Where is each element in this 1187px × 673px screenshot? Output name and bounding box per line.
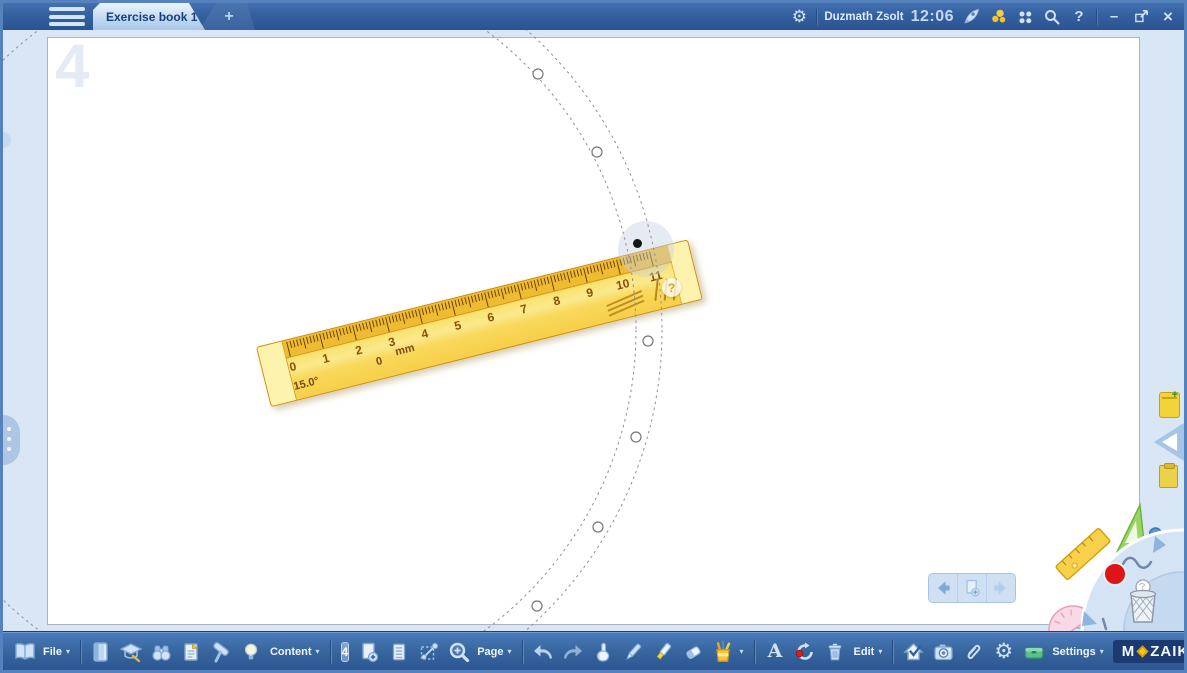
highlighter-icon[interactable] — [650, 638, 677, 666]
replay-icon[interactable] — [792, 638, 819, 666]
pencil-cup-icon[interactable] — [710, 638, 737, 666]
settings-menu[interactable]: Settings — [1052, 646, 1095, 658]
next-page-button[interactable] — [986, 574, 1015, 602]
idea-bulb-icon[interactable] — [238, 638, 265, 666]
rotate-handle-halo — [618, 221, 674, 277]
pen-tools-caret-icon[interactable]: ▾ — [740, 647, 744, 656]
separator — [754, 640, 755, 664]
settings-caret-icon[interactable]: ▾ — [1100, 647, 1104, 656]
favorites-icon[interactable] — [988, 7, 1008, 27]
page-menu[interactable]: Page — [477, 646, 503, 658]
new-tab-button[interactable]: + — [199, 3, 255, 30]
menu-icon[interactable] — [49, 7, 85, 26]
settings-gear-icon[interactable]: ⚙ — [990, 638, 1017, 666]
eraser-icon[interactable] — [680, 638, 707, 666]
open-book-icon[interactable] — [11, 638, 38, 666]
sync-settings-icon[interactable]: ⚙ — [789, 7, 809, 27]
minimize-button[interactable]: – — [1104, 7, 1124, 27]
mozabook-window: + Exercise book 1* × ⚙ Duzmath Zsolt 12:… — [0, 0, 1187, 673]
training-icon[interactable] — [118, 638, 145, 666]
close-button[interactable]: × — [1158, 7, 1178, 27]
left-mini-handle[interactable] — [3, 132, 11, 148]
edit-menu[interactable]: Edit — [854, 646, 875, 658]
left-panel-handle[interactable] — [3, 415, 20, 465]
notebook-icon[interactable] — [88, 638, 115, 666]
grid-icon[interactable] — [1015, 7, 1035, 27]
new-page-icon[interactable] — [355, 638, 382, 666]
tools-hammer-icon[interactable] — [208, 638, 235, 666]
corner-tool-wheel[interactable] — [1019, 480, 1184, 632]
content-caret-icon[interactable]: ▾ — [316, 647, 320, 656]
separator — [80, 640, 81, 664]
add-page-button[interactable] — [957, 574, 986, 602]
worksheet-icon[interactable] — [178, 638, 205, 666]
separator — [816, 9, 817, 25]
undo-icon[interactable] — [530, 638, 557, 666]
edit-caret-icon[interactable]: ▾ — [878, 647, 882, 656]
camera-icon[interactable] — [930, 638, 957, 666]
page[interactable] — [47, 37, 1140, 625]
search-binoculars-icon[interactable] — [148, 638, 175, 666]
page-navigation — [928, 573, 1016, 603]
logo-diamond-icon — [1137, 645, 1149, 657]
separator — [892, 640, 893, 664]
bottom-toolbar: File ▾ Content ▾ 4 — [3, 632, 1184, 670]
search-icon[interactable] — [1042, 7, 1062, 27]
color-red-dot[interactable] — [1104, 563, 1126, 585]
tab-exercise-book[interactable]: Exercise book 1* × — [93, 3, 205, 30]
redo-icon[interactable] — [560, 638, 587, 666]
content-menu[interactable]: Content — [270, 646, 312, 658]
page-caret-icon[interactable]: ▾ — [508, 647, 512, 656]
help-icon[interactable]: ? — [1069, 7, 1089, 27]
pen-icon[interactable] — [620, 638, 647, 666]
file-caret-icon[interactable]: ▾ — [66, 647, 70, 656]
hand-write-icon[interactable] — [590, 638, 617, 666]
restore-button[interactable] — [1131, 7, 1151, 27]
page-list-icon[interactable] — [385, 638, 412, 666]
attach-paperclip-icon[interactable] — [960, 638, 987, 666]
text-tool-icon[interactable]: A — [762, 638, 789, 666]
home-check-icon[interactable] — [900, 638, 927, 666]
mozaik-logo: MZAIK — [1113, 640, 1187, 663]
open-panel-arrow[interactable] — [1154, 423, 1184, 461]
snapshot-path-icon[interactable] — [415, 638, 442, 666]
clock: 12:06 — [911, 8, 954, 26]
separator — [1096, 9, 1097, 25]
user-name[interactable]: Duzmath Zsolt — [824, 11, 903, 23]
rocket-icon[interactable] — [961, 7, 981, 27]
titlebar: + Exercise book 1* × ⚙ Duzmath Zsolt 12:… — [3, 3, 1184, 30]
ruler-rotate-handle[interactable] — [633, 239, 642, 248]
separator — [330, 640, 331, 664]
ruler-help-button[interactable]: ? — [662, 278, 681, 297]
separator — [522, 640, 523, 664]
page-number-box[interactable]: 4 — [341, 642, 350, 662]
add-note-icon[interactable] — [1159, 392, 1180, 418]
file-menu[interactable]: File — [43, 646, 62, 658]
prev-page-button[interactable] — [929, 574, 957, 602]
exercise-page-canvas[interactable]: 4 01234567891011 15.0° 0 mm ? — [3, 30, 1184, 632]
delete-trash-icon[interactable] — [822, 638, 849, 666]
page-number-watermark: 4 — [55, 36, 89, 98]
zoom-icon[interactable] — [445, 638, 472, 666]
pencil-case-icon[interactable] — [1020, 638, 1047, 666]
tab-title: Exercise book 1* — [106, 10, 202, 24]
